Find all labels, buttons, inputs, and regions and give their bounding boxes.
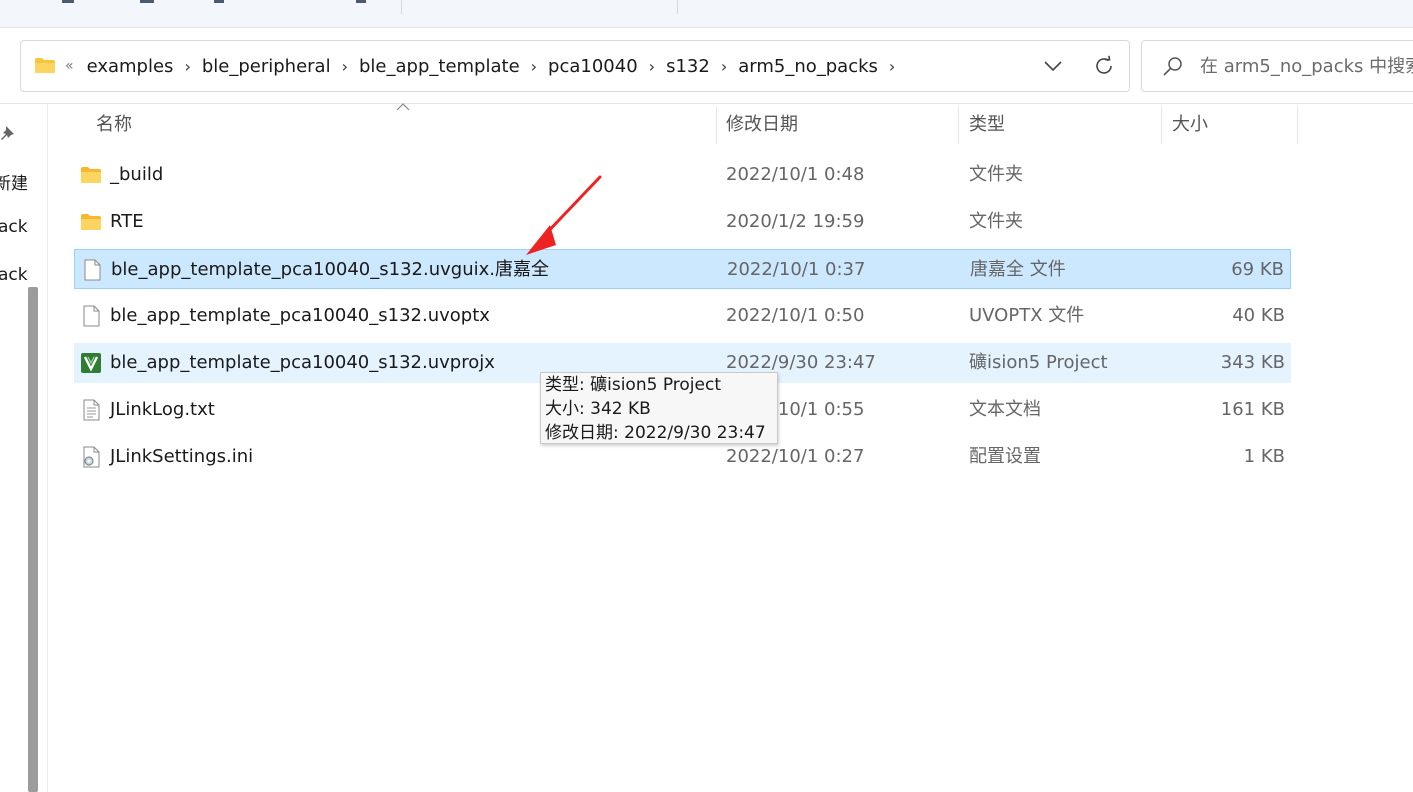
file-name: ble_app_template_pca10040_s132.uvoptx <box>110 305 490 326</box>
file-type: 文件夹 <box>969 164 1023 185</box>
column-divider[interactable] <box>958 106 959 144</box>
breadcrumb-item-examples[interactable]: examples <box>83 56 178 77</box>
folder-icon <box>81 167 101 183</box>
breadcrumb: « examples › ble_peripheral › ble_app_te… <box>65 41 902 91</box>
navigation-pane <box>0 104 47 792</box>
toolbar-fragment <box>140 0 154 3</box>
sort-ascending-icon <box>396 103 410 111</box>
breadcrumb-overflow[interactable]: « <box>65 58 74 74</box>
breadcrumb-item-pca10040[interactable]: pca10040 <box>544 56 642 77</box>
search-input[interactable] <box>1200 53 1413 79</box>
file-name: ble_app_template_pca10040_s132.uvguix.唐嘉… <box>111 259 549 280</box>
search-icon <box>1163 57 1182 76</box>
ribbon-strip <box>0 0 1413 28</box>
blank-file-icon <box>84 259 101 281</box>
address-bar[interactable]: « examples › ble_peripheral › ble_app_te… <box>20 40 1130 92</box>
nav-item-label[interactable]: ack <box>0 265 28 285</box>
nav-item-label[interactable]: 新建 <box>0 169 28 194</box>
file-row[interactable]: RTE 2020/1/2 19:59 文件夹 <box>74 202 1291 242</box>
file-name: _build <box>110 164 164 185</box>
file-date: 2022/10/1 0:48 <box>726 164 865 185</box>
toolbar-divider <box>401 0 402 14</box>
file-type: UVOPTX 文件 <box>969 305 1085 326</box>
keil-project-icon <box>81 353 101 373</box>
toolbar-divider <box>0 103 1413 104</box>
breadcrumb-chevron[interactable]: › <box>882 57 902 76</box>
file-date: 2022/10/1 0:50 <box>726 305 865 326</box>
file-size: 1 KB <box>1243 446 1285 467</box>
file-name: RTE <box>110 211 144 232</box>
breadcrumb-chevron[interactable]: › <box>524 57 544 76</box>
file-size: 40 KB <box>1232 305 1285 326</box>
file-size: 161 KB <box>1220 399 1285 420</box>
folder-icon <box>35 58 55 73</box>
toolbar-fragment <box>214 0 224 3</box>
file-type: 礦ision5 Project <box>969 352 1108 373</box>
file-size: 69 KB <box>1231 259 1284 280</box>
refresh-icon <box>1096 55 1112 74</box>
file-name: JLinkLog.txt <box>110 399 215 420</box>
settings-file-icon <box>83 446 100 468</box>
breadcrumb-item-s132[interactable]: s132 <box>662 56 714 77</box>
blank-file-icon <box>83 305 100 327</box>
file-name: JLinkSettings.ini <box>110 446 254 467</box>
file-row[interactable]: _build 2022/10/1 0:48 文件夹 <box>74 155 1291 195</box>
column-header-type[interactable]: 类型 <box>969 106 1005 144</box>
breadcrumb-chevron[interactable]: › <box>714 57 734 76</box>
file-type: 配置设置 <box>969 446 1041 467</box>
file-type: 文本文档 <box>969 399 1041 420</box>
column-header-name[interactable]: 名称 <box>96 106 132 144</box>
column-divider[interactable] <box>716 106 717 144</box>
chevron-down-icon <box>1044 61 1062 71</box>
tooltip-date: 修改日期: 2022/9/30 23:47 <box>545 423 766 443</box>
column-header-size[interactable]: 大小 <box>1172 106 1208 144</box>
file-type: 唐嘉全 文件 <box>970 259 1066 280</box>
file-info-tooltip: 类型: 礦ision5 Project 大小: 342 KB 修改日期: 202… <box>540 372 778 444</box>
refresh-button[interactable] <box>1091 53 1117 79</box>
toolbar-fragment <box>356 0 366 3</box>
file-date: 2020/1/2 19:59 <box>726 211 865 232</box>
file-row-selected[interactable]: ble_app_template_pca10040_s132.uvguix.唐嘉… <box>74 249 1291 289</box>
breadcrumb-chevron[interactable]: › <box>177 57 197 76</box>
toolbar-fragment <box>62 0 74 3</box>
file-row[interactable]: ble_app_template_pca10040_s132.uvoptx 20… <box>74 296 1291 336</box>
text-file-icon <box>83 399 100 421</box>
folder-icon <box>81 214 101 230</box>
tooltip-type: 类型: 礦ision5 Project <box>545 375 721 395</box>
nav-item-label[interactable]: ack <box>0 217 28 237</box>
file-size: 343 KB <box>1220 352 1285 373</box>
pane-divider <box>47 104 48 792</box>
breadcrumb-chevron[interactable]: › <box>642 57 662 76</box>
tooltip-size: 大小: 342 KB <box>545 399 651 419</box>
pin-icon[interactable] <box>0 124 16 142</box>
breadcrumb-chevron[interactable]: › <box>335 57 355 76</box>
breadcrumb-item-ble-peripheral[interactable]: ble_peripheral <box>198 56 335 77</box>
annotation-arrow-icon <box>526 175 602 255</box>
search-box[interactable] <box>1141 40 1413 92</box>
column-divider[interactable] <box>1297 106 1298 144</box>
file-name: ble_app_template_pca10040_s132.uvprojx <box>110 352 495 373</box>
column-divider[interactable] <box>1161 106 1162 144</box>
nav-scrollbar[interactable] <box>28 287 38 792</box>
breadcrumb-item-ble-app-template[interactable]: ble_app_template <box>355 56 524 77</box>
address-history-dropdown[interactable] <box>1041 54 1065 78</box>
file-type: 文件夹 <box>969 211 1023 232</box>
toolbar-divider <box>677 0 678 14</box>
file-date: 2022/10/1 0:37 <box>727 259 866 280</box>
breadcrumb-item-arm5-no-packs[interactable]: arm5_no_packs <box>734 56 882 77</box>
column-header-date[interactable]: 修改日期 <box>726 106 798 144</box>
